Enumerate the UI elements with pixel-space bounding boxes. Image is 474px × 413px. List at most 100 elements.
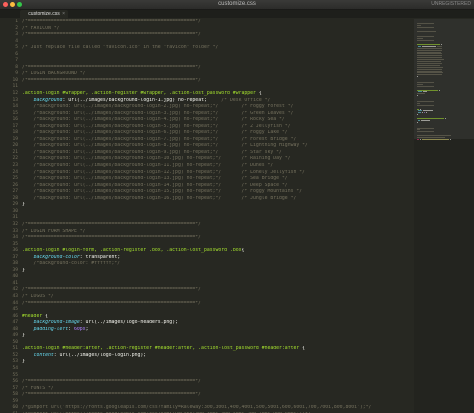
minimap-line — [424, 112, 425, 114]
line-number-gutter: 1 2 3 4 5 6 7 8 9 10 11 12 13 14 15 16 17 18 19 20 21 22 23 24 2… — [0, 19, 20, 413]
code-token: background-image — [33, 320, 80, 326]
minimap-line — [422, 45, 436, 47]
code-token: .action-login #header:after, .action-reg… — [22, 346, 303, 352]
minimap-line — [417, 131, 434, 133]
code-token: } — [22, 333, 25, 339]
minimap-line — [417, 53, 442, 55]
minimap-line — [417, 83, 423, 85]
code-area[interactable]: /*======================================… — [22, 19, 412, 413]
code-token: /*======================================… — [22, 77, 202, 83]
minimap-line — [417, 95, 418, 97]
code-token: { — [258, 91, 262, 97]
code-token: /*background: url(../images/background-l… — [22, 182, 288, 188]
minimap-line — [417, 26, 434, 28]
code-token: /*======================================… — [22, 19, 202, 24]
code-token: content — [33, 352, 54, 358]
minimap-line — [417, 36, 434, 38]
minimap-line — [417, 72, 443, 74]
minimap-line — [417, 89, 438, 91]
minimap-line — [418, 112, 421, 114]
minimap-line — [417, 74, 442, 76]
minimap-line — [417, 127, 434, 129]
code-token: /*@import url('https://fonts.googleapis.… — [22, 405, 372, 411]
minimap-line — [417, 64, 440, 66]
minimap-line — [421, 119, 430, 121]
code-token: /*======================================… — [22, 64, 202, 70]
code-token: /*======================================… — [22, 379, 202, 385]
minimap-line — [417, 76, 418, 78]
unregistered-label: UNREGISTERED — [431, 1, 471, 7]
code-token: /*background: url(../images/background-l… — [22, 195, 297, 201]
code-token: /*background: url(../images/background-l… — [22, 189, 303, 195]
minimap-line — [417, 57, 442, 59]
code-token: /*background: url(../images/background-l… — [22, 110, 294, 116]
code-token: background — [33, 97, 63, 103]
code-token: /*background: url(../images/background-l… — [22, 163, 274, 169]
minimap-line — [417, 49, 442, 51]
minimap-line — [418, 110, 422, 112]
window-titlebar: customize.css UNREGISTERED — [0, 0, 474, 10]
code-token: { — [302, 346, 306, 352]
minimap-line — [422, 112, 423, 114]
minimap-line — [417, 47, 442, 49]
code-token: .action-login #wrapper, .action-register… — [22, 91, 259, 97]
minimap-line — [417, 108, 419, 110]
tab-customize-css[interactable]: customize.css × — [20, 10, 68, 18]
code-token: { — [241, 248, 245, 254]
code-token: /* LOGOS */ — [22, 293, 54, 299]
minimap-line — [437, 45, 442, 47]
code-token: } — [22, 267, 25, 273]
minimap-line — [418, 45, 421, 47]
code-editor[interactable]: 1 2 3 4 5 6 7 8 9 10 11 12 13 14 15 16 17 18 19 20 21 22 23 24 2… — [0, 19, 414, 413]
minimap-line — [417, 38, 423, 40]
code-token: /*======================================… — [22, 32, 202, 38]
code-token: { — [45, 313, 48, 319]
minimap-line — [417, 62, 442, 64]
minimap-line — [417, 85, 434, 87]
code-token: /*background: url(../images/background-l… — [22, 149, 282, 155]
minimap-line — [426, 112, 427, 114]
minimap-line — [417, 114, 418, 116]
minimap-line — [417, 102, 420, 104]
minimap-line — [417, 24, 421, 26]
minimap-line — [417, 81, 434, 83]
minimap-line — [417, 121, 418, 123]
code-token: /*background: url(../images/background-l… — [22, 130, 288, 136]
tab-label: customize.css — [28, 11, 60, 17]
close-tab-icon[interactable]: × — [62, 10, 65, 18]
minimap-line — [423, 110, 433, 112]
minimap-line — [439, 89, 440, 91]
code-token: padding-left — [33, 326, 69, 332]
minimap-line — [417, 66, 443, 68]
minimap[interactable] — [414, 19, 474, 413]
code-token: } — [22, 202, 25, 208]
code-token: /*background: url(../images/background-l… — [22, 136, 297, 142]
minimap-line — [422, 138, 449, 140]
minimap-line — [417, 129, 420, 131]
minimap-line — [417, 68, 442, 70]
code-token: /*======================================… — [22, 235, 202, 241]
code-token: background-color — [33, 254, 80, 260]
minimap-line — [417, 40, 434, 42]
minimap-line — [417, 23, 434, 24]
code-token: /* Just replace file called "favicon.ico… — [22, 45, 219, 51]
code-token: : transparent; — [79, 254, 121, 260]
minimap-line — [450, 138, 451, 140]
code-token: /*background: url(../images/background-l… — [22, 156, 291, 162]
minimap-line — [417, 135, 451, 137]
minimap-line — [417, 100, 434, 102]
minimap-line — [445, 118, 446, 119]
code-token: /*background: url(../images/background-l… — [22, 104, 294, 110]
minimap-line — [420, 108, 421, 110]
minimap-line — [417, 59, 444, 61]
minimap-line — [417, 55, 442, 57]
minimap-line — [417, 70, 442, 72]
window-title: customize.css — [218, 1, 256, 7]
minimap-line — [423, 91, 427, 93]
code-token: /*======================================… — [22, 221, 202, 227]
code-token: /*======================================… — [22, 287, 202, 293]
